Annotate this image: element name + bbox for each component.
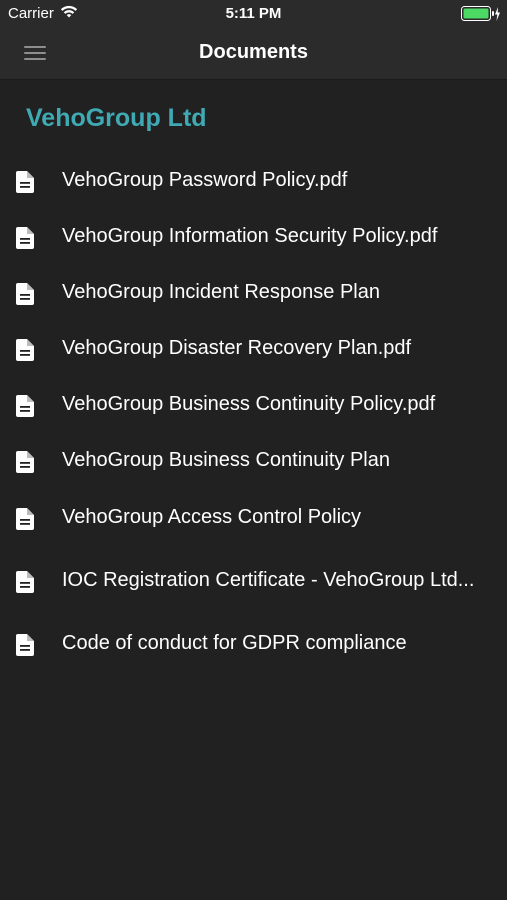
document-icon <box>16 171 34 193</box>
document-icon <box>16 283 34 305</box>
navigation-bar: Documents <box>0 28 507 80</box>
document-item[interactable]: VehoGroup Business Continuity Plan <box>0 439 507 483</box>
document-icon <box>16 508 34 530</box>
document-item[interactable]: IOC Registration Certificate - VehoGroup… <box>0 559 507 603</box>
document-icon <box>16 339 34 361</box>
document-item[interactable]: VehoGroup Disaster Recovery Plan.pdf <box>0 327 507 371</box>
document-label: IOC Registration Certificate - VehoGroup… <box>62 569 475 591</box>
status-bar: Carrier 5:11 PM <box>0 0 507 28</box>
document-icon <box>16 395 34 417</box>
document-item[interactable]: VehoGroup Access Control Policy <box>0 496 507 540</box>
document-icon <box>16 634 34 656</box>
document-label: VehoGroup Business Continuity Plan <box>62 449 390 471</box>
document-label: VehoGroup Incident Response Plan <box>62 281 380 303</box>
document-item[interactable]: VehoGroup Password Policy.pdf <box>0 159 507 203</box>
document-label: VehoGroup Business Continuity Policy.pdf <box>62 393 436 415</box>
page-title: Documents <box>199 41 308 63</box>
document-item[interactable]: VehoGroup Business Continuity Policy.pdf <box>0 383 507 427</box>
document-label: Code of conduct for GDPR compliance <box>62 632 407 654</box>
document-icon <box>16 571 34 593</box>
company-name: VehoGroup Ltd <box>26 104 207 132</box>
document-label: VehoGroup Disaster Recovery Plan.pdf <box>62 337 412 359</box>
document-icon <box>16 451 34 473</box>
document-icon <box>16 227 34 249</box>
document-label: VehoGroup Information Security Policy.pd… <box>62 225 438 247</box>
battery-indicator <box>461 6 501 22</box>
document-item[interactable]: VehoGroup Incident Response Plan <box>0 271 507 315</box>
document-item[interactable]: Code of conduct for GDPR compliance <box>0 622 507 666</box>
document-item[interactable]: VehoGroup Information Security Policy.pd… <box>0 215 507 259</box>
status-time: 5:11 PM <box>225 5 282 22</box>
document-label: VehoGroup Password Policy.pdf <box>62 169 348 191</box>
document-label: VehoGroup Access Control Policy <box>62 506 362 528</box>
battery-icon <box>461 6 500 21</box>
